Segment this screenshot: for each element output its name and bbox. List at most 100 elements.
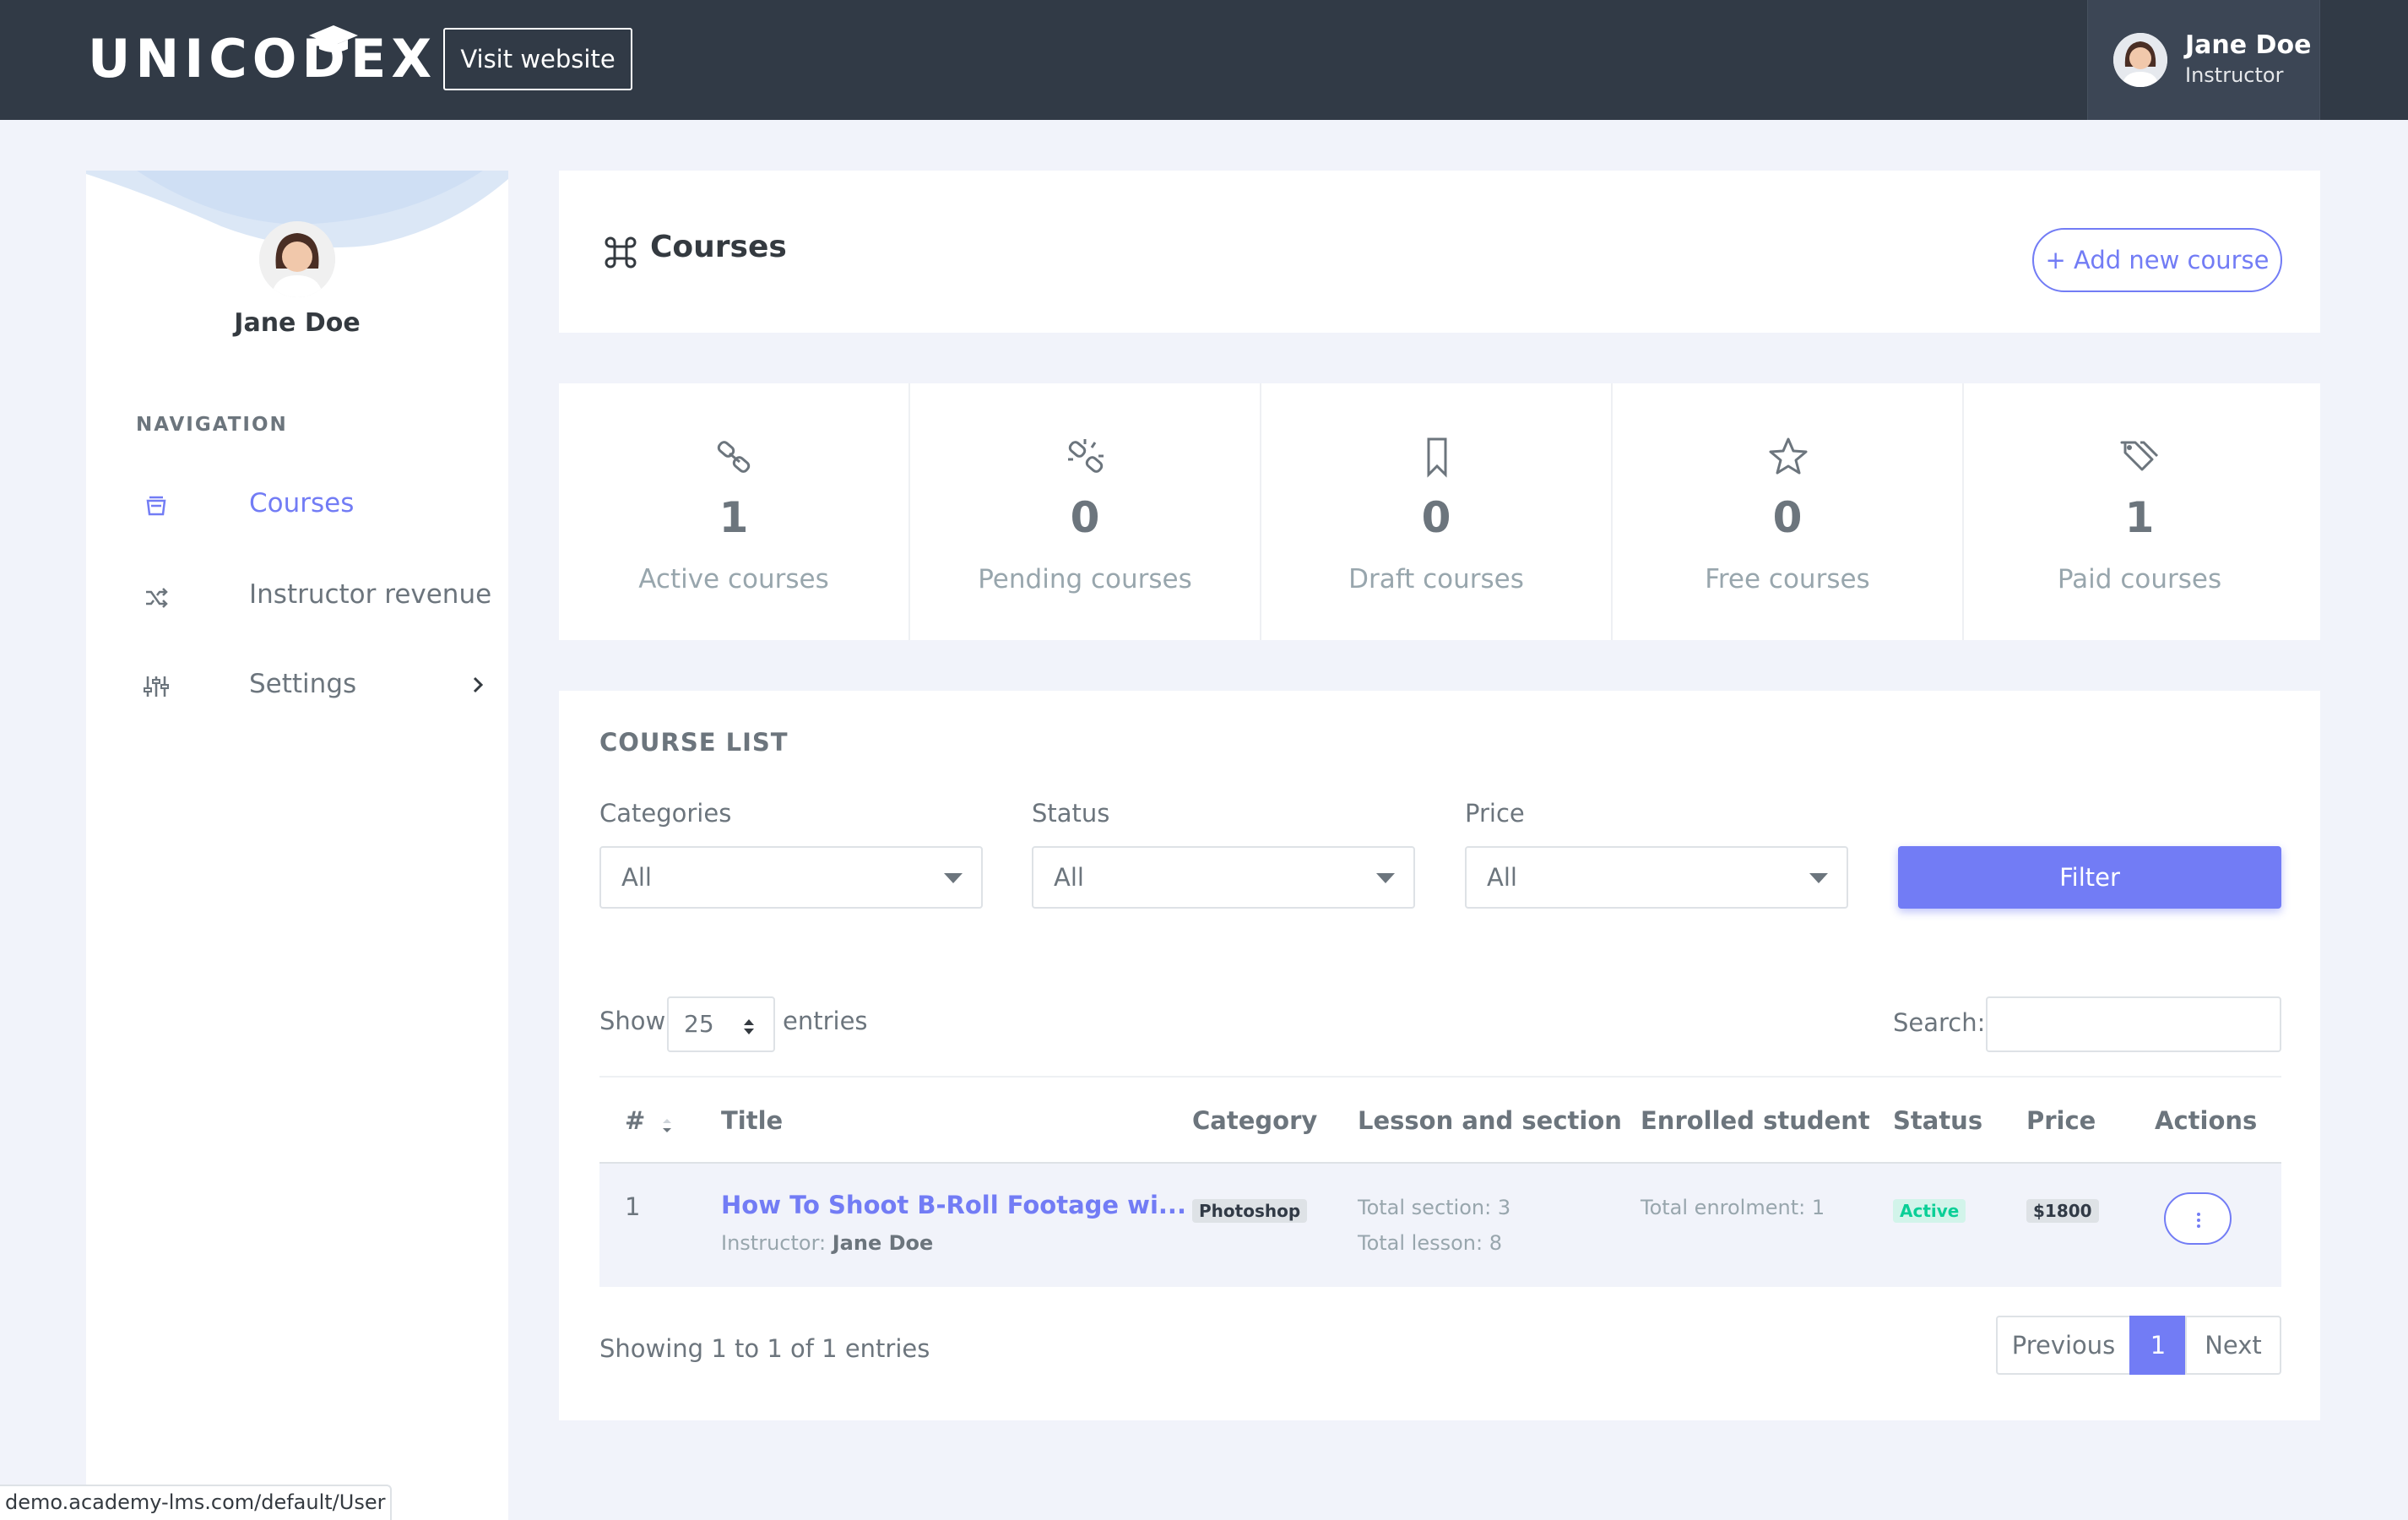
- status-badge: Active: [1893, 1199, 1966, 1223]
- avatar: [259, 221, 335, 297]
- table-info: Showing 1 to 1 of 1 entries: [599, 1334, 930, 1363]
- nav-title: NAVIGATION: [136, 414, 288, 436]
- stat-value: 0: [1772, 493, 1803, 542]
- entries-per-page-value: 25: [684, 1010, 714, 1038]
- instructor-name: Jane Doe: [832, 1231, 934, 1255]
- column-header-actions[interactable]: Actions: [2155, 1106, 2257, 1135]
- search-input[interactable]: [1986, 996, 2281, 1052]
- entries-per-page-select[interactable]: 25: [667, 996, 775, 1052]
- user-role: Instructor: [2185, 63, 2284, 87]
- course-list-card: COURSE LIST Categories All Status All Pr…: [559, 691, 2320, 1420]
- avatar: [2113, 33, 2167, 87]
- stat-label: Free courses: [1705, 564, 1870, 594]
- caret-down-icon: [1809, 873, 1828, 883]
- sidebar-user-name: Jane Doe: [234, 308, 361, 338]
- column-header-enrolled-student[interactable]: Enrolled student: [1641, 1106, 1870, 1135]
- more-vertical-icon: [2197, 1213, 2200, 1216]
- command-icon: [605, 236, 637, 269]
- caret-down-icon: [944, 873, 963, 883]
- stat-draft-courses: 0 Draft courses: [1261, 383, 1613, 640]
- instructor-label: Instructor:: [721, 1231, 827, 1255]
- page-title-text: Courses: [650, 230, 787, 264]
- stat-label: Paid courses: [2057, 564, 2222, 594]
- sidebar-item-label: Settings: [249, 669, 357, 699]
- star-icon: [1769, 437, 1808, 475]
- chevron-right-icon: [473, 676, 484, 693]
- graduation-cap-icon: [309, 25, 358, 52]
- table-row: 1 How To Shoot B-Roll Footage wi... Inst…: [599, 1164, 2281, 1287]
- logo-text: UNICODEX: [88, 28, 437, 90]
- visit-website-button[interactable]: Visit website: [443, 28, 632, 90]
- price-badge: $1800: [2026, 1199, 2099, 1223]
- shuffle-icon: [146, 588, 168, 608]
- stat-free-courses: 0 Free courses: [1613, 383, 1964, 640]
- stat-pending-courses: 0 Pending courses: [910, 383, 1261, 640]
- status-select[interactable]: All: [1032, 846, 1415, 909]
- sidebar-item-label: Courses: [249, 488, 355, 518]
- stat-value: 0: [1421, 493, 1451, 542]
- category-badge: Photoshop: [1192, 1199, 1308, 1223]
- logo[interactable]: UNICODEX: [88, 25, 437, 90]
- pagination-next[interactable]: Next: [2185, 1316, 2281, 1375]
- column-header-category[interactable]: Category: [1192, 1106, 1317, 1135]
- topbar: UNICODEX Visit website Jane Doe Instruct…: [0, 0, 2408, 120]
- bookmark-icon: [1427, 437, 1447, 478]
- user-menu[interactable]: Jane Doe Instructor: [2087, 0, 2320, 120]
- column-header-lesson-section[interactable]: Lesson and section: [1358, 1106, 1622, 1135]
- link-icon: [717, 441, 751, 473]
- caret-down-icon: [1376, 873, 1395, 883]
- status-label: Status: [1032, 799, 1110, 828]
- total-sections: Total section: 3: [1358, 1196, 1511, 1219]
- filter-button[interactable]: Filter: [1898, 846, 2281, 909]
- courses-icon: [146, 496, 166, 516]
- sort-icon: [744, 1019, 754, 1034]
- price-label: Price: [1465, 799, 1525, 828]
- more-vertical-icon-dot: [2197, 1219, 2200, 1222]
- stat-paid-courses: 1 Paid courses: [1964, 383, 2315, 640]
- total-enrolment: Total enrolment: 1: [1641, 1196, 1825, 1219]
- stat-label: Active courses: [638, 564, 829, 594]
- sidebar-item-instructor-revenue[interactable]: Instructor revenue: [136, 571, 491, 622]
- broken-link-icon: [1068, 439, 1104, 473]
- row-actions-button[interactable]: [2164, 1192, 2232, 1245]
- categories-label: Categories: [599, 799, 732, 828]
- price-select-value: All: [1487, 863, 1517, 892]
- sidebar-item-settings[interactable]: Settings: [136, 660, 491, 711]
- stats-card: 1 Active courses 0 Pending courses 0 Dra…: [559, 383, 2320, 640]
- stat-active-courses: 1 Active courses: [559, 383, 910, 640]
- sliders-icon: [144, 676, 169, 697]
- price-select[interactable]: All: [1465, 846, 1848, 909]
- categories-select-value: All: [621, 863, 652, 892]
- tags-icon: [2120, 441, 2159, 471]
- course-instructor: Instructor: Jane Doe: [721, 1231, 933, 1255]
- column-header-price[interactable]: Price: [2026, 1106, 2096, 1135]
- pagination-page-1[interactable]: 1: [2129, 1316, 2187, 1375]
- stat-value: 0: [1070, 493, 1100, 542]
- course-title-link[interactable]: How To Shoot B-Roll Footage wi...: [721, 1191, 1186, 1219]
- entries-label: entries: [783, 1007, 868, 1035]
- categories-select[interactable]: All: [599, 846, 983, 909]
- stat-label: Pending courses: [978, 564, 1192, 594]
- more-vertical-icon-dot: [2197, 1224, 2200, 1228]
- sort-icon[interactable]: [660, 1115, 674, 1137]
- status-bar-url: demo.academy-lms.com/default/User: [0, 1485, 393, 1520]
- search-label: Search:: [1893, 1008, 1986, 1037]
- stat-value: 1: [2124, 493, 2155, 542]
- stat-value: 1: [719, 493, 749, 542]
- table-header: # Title Category Lesson and section Enro…: [599, 1076, 2281, 1164]
- user-name: Jane Doe: [2185, 30, 2312, 60]
- column-header-title[interactable]: Title: [721, 1106, 783, 1135]
- column-header-index[interactable]: #: [625, 1106, 645, 1135]
- sidebar-item-label: Instructor revenue: [249, 579, 492, 610]
- total-lessons: Total lesson: 8: [1358, 1231, 1502, 1255]
- pagination-previous[interactable]: Previous: [1996, 1316, 2131, 1375]
- add-new-course-button[interactable]: + Add new course: [2032, 228, 2282, 292]
- course-list-title: COURSE LIST: [599, 728, 789, 757]
- column-header-status[interactable]: Status: [1893, 1106, 1982, 1135]
- row-index: 1: [625, 1192, 641, 1221]
- stat-label: Draft courses: [1348, 564, 1524, 594]
- status-select-value: All: [1054, 863, 1084, 892]
- courses-header-card: Courses + Add new course: [559, 171, 2320, 333]
- sidebar: Jane Doe NAVIGATION Courses Instructor r…: [86, 171, 508, 1520]
- sidebar-item-courses[interactable]: Courses: [136, 480, 491, 530]
